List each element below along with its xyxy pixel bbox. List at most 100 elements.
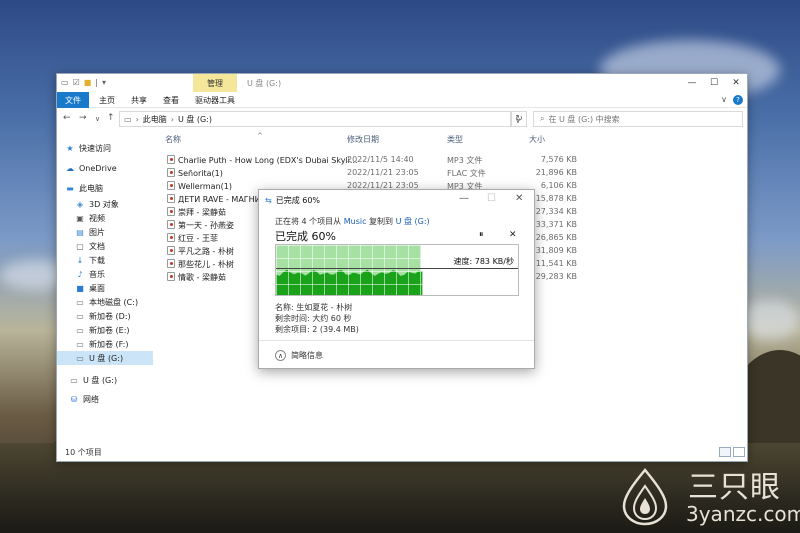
sidebar-item-this-pc[interactable]: ▬ 此电脑 [65,181,161,195]
desktop-icon: ■ [76,283,84,293]
file-name: 第一天 - 孙燕姿 [178,221,234,230]
speed-line [276,268,518,269]
column-header-name[interactable]: 名称 ^ [165,132,263,145]
details-view-icon[interactable] [719,447,731,457]
sidebar-item-network[interactable]: ⛁ 网络 [69,392,165,406]
transfer-speed-graph: 速度: 783 KB/秒 [275,244,519,296]
folder-icon[interactable]: ■ [84,78,92,87]
sidebar-item-quick-access[interactable]: ★ 快速访问 [65,141,161,155]
search-box[interactable]: ⌕ 在 U 盘 (G:) 中搜索 [533,111,743,127]
drive-icon: ▭ [76,311,84,321]
file-size: 29,283 KB [535,272,577,281]
breadcrumb-separator: › [135,114,139,124]
file-name: 崇拜 - 梁静茹 [178,208,226,217]
tab-file[interactable]: 文件 [57,92,89,108]
copy-icon: ⇆ [265,196,272,205]
tab-share[interactable]: 共享 [127,92,151,108]
audio-file-icon [167,233,175,242]
file-size: 11,541 KB [535,259,577,268]
sidebar-item-label: 3D 对象 [89,199,119,209]
file-row[interactable]: Charlie Puth - How Long (EDX's Dubai Sky… [157,154,607,166]
sidebar-item-label: U 盘 (G:) [89,353,124,363]
manage-tab[interactable]: 管理 [193,74,237,92]
cloud-icon: ☁ [66,163,74,173]
file-type: FLAC 文件 [447,169,486,178]
document-icon: ▢ [76,241,84,251]
close-button[interactable]: ✕ [725,76,747,90]
recent-chevron-icon[interactable]: ∨ [95,115,100,123]
audio-file-icon [167,194,175,203]
drive-icon: ▭ [124,114,132,124]
star-icon: ★ [66,143,74,153]
address-bar[interactable]: ▭ › 此电脑 › U 盘 (G:) [119,111,511,127]
network-icon: ⛁ [70,394,78,404]
sidebar-item-drive-g-selected[interactable]: ▭ U 盘 (G:) [57,351,153,365]
file-date: 2022/11/21 23:05 [347,168,419,177]
sidebar-item-label: 桌面 [89,283,105,293]
forward-arrow-icon[interactable]: → [79,113,87,123]
file-name: 那些花儿 - 朴树 [178,260,234,269]
minimize-button[interactable]: — [459,193,469,204]
breadcrumb-this-pc[interactable]: 此电脑 [143,114,167,125]
picture-icon: ▤ [76,227,84,237]
audio-file-icon [167,168,175,177]
tab-home[interactable]: 主页 [95,92,119,108]
column-header-type[interactable]: 类型 [447,134,463,145]
sidebar-item-onedrive[interactable]: ☁ OneDrive [65,161,161,175]
breadcrumb-drive[interactable]: U 盘 (G:) [178,114,212,125]
audio-file-icon [167,220,175,229]
sidebar-item-label: 本地磁盘 (C:) [89,297,139,307]
sidebar-item-drive-g[interactable]: ▭ U 盘 (G:) [69,373,165,387]
time-remaining-line: 剩余时间: 大约 60 秒 [275,314,352,323]
file-name: ДЕТИ RAVE - МАГНИТ [178,195,266,204]
checkbox-icon[interactable]: ☑ [73,78,80,87]
maximize-button[interactable]: ☐ [703,76,725,90]
download-icon: ↓ [76,255,84,265]
refresh-button[interactable]: ↻ [511,111,527,127]
copy-description: 正在将 4 个项目从 Music 复制到 U 盘 (G:) [275,217,430,226]
chevron-down-icon[interactable]: ▾ [102,78,106,87]
audio-file-icon [167,259,175,268]
file-row[interactable]: Señorita(1) 2022/11/21 23:05 FLAC 文件 21,… [157,167,607,179]
pause-button[interactable]: ⏸ [479,230,484,240]
file-name-line: 名称: 生如夏花 - 朴树 [275,303,353,312]
column-header-size[interactable]: 大小 [529,134,545,145]
close-button[interactable]: ✕ [515,193,523,204]
cloud-decoration [740,300,800,340]
back-arrow-icon[interactable]: ← [63,113,71,123]
navigation-pane: ★ 快速访问 ☁ OneDrive ▬ 此电脑 ◈ 3D 对象 ▣ 视频 ▤ 图… [57,132,153,444]
title-bar: ▭ ☑ ■ | ▾ 管理 U 盘 (G:) — ☐ ✕ [57,74,747,92]
tab-view[interactable]: 查看 [159,92,183,108]
destination-link[interactable]: U 盘 (G:) [396,217,430,226]
sidebar-item-label: 图片 [89,227,105,237]
up-arrow-icon[interactable]: ↑ [107,113,115,123]
file-name: Wellerman(1) [178,182,232,191]
graph-grid [276,245,518,295]
tab-drive-tools[interactable]: 驱动器工具 [191,92,239,108]
audio-file-icon [167,181,175,190]
sidebar-item-label: 下载 [89,255,105,265]
large-icons-view-icon[interactable] [733,447,745,457]
quick-access-toolbar: ▭ ☑ ■ | ▾ [61,78,106,87]
drive-icon[interactable]: ▭ [61,78,69,87]
search-icon: ⌕ [540,114,545,123]
sidebar-item-label: 网络 [83,394,99,404]
audio-file-icon [167,207,175,216]
watermark-url: 3yanzc.com [686,502,800,526]
cancel-button[interactable]: ✕ [509,230,517,240]
computer-icon: ▬ [66,183,74,193]
help-icon[interactable]: ? [733,95,743,105]
sidebar-item-label: U 盘 (G:) [83,375,118,385]
sidebar-item-label: 快速访问 [79,143,111,153]
expand-ribbon-icon[interactable]: ∨ [721,95,727,105]
source-link[interactable]: Music [344,217,367,226]
fewer-details-label: 简略信息 [291,351,323,360]
window-title: U 盘 (G:) [247,79,282,88]
watermark-logo [622,468,668,526]
column-header-date[interactable]: 修改日期 [347,134,379,145]
minimize-button[interactable]: — [681,76,703,90]
status-bar: 10 个项目 [57,443,747,461]
fewer-details-button[interactable]: ∧ 简略信息 [275,350,323,361]
audio-file-icon [167,246,175,255]
audio-file-icon [167,155,175,164]
